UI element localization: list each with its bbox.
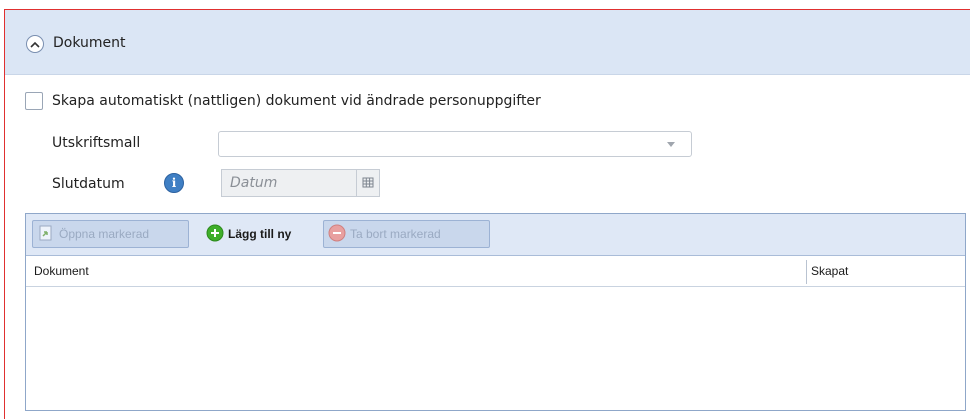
column-divider[interactable] bbox=[806, 260, 807, 284]
calendar-icon[interactable] bbox=[356, 169, 380, 197]
grid-header: Dokument Skapat bbox=[26, 256, 965, 287]
chevron-down-icon bbox=[667, 142, 675, 147]
end-date-label: Slutdatum bbox=[52, 176, 125, 192]
panel-title: Dokument bbox=[53, 35, 126, 51]
open-selected-button[interactable]: Öppna markerad bbox=[32, 220, 189, 248]
grid-body bbox=[26, 287, 965, 410]
add-new-button[interactable]: Lägg till ny bbox=[202, 220, 312, 248]
print-template-select[interactable] bbox=[218, 131, 692, 157]
open-selected-label: Öppna markerad bbox=[59, 227, 150, 241]
auto-document-checkbox[interactable] bbox=[25, 92, 43, 110]
info-icon[interactable]: i bbox=[164, 173, 184, 193]
chevron-up-icon[interactable] bbox=[26, 35, 44, 53]
add-new-label: Lägg till ny bbox=[228, 227, 292, 241]
open-document-icon bbox=[37, 224, 55, 245]
column-header-dokument[interactable]: Dokument bbox=[34, 256, 89, 286]
grid-toolbar: Öppna markerad Lägg till ny Ta bort mark… bbox=[26, 214, 965, 256]
remove-selected-button[interactable]: Ta bort markerad bbox=[323, 220, 490, 248]
remove-selected-label: Ta bort markerad bbox=[350, 227, 441, 241]
column-header-skapat[interactable]: Skapat bbox=[811, 256, 848, 286]
add-icon bbox=[206, 224, 224, 245]
document-grid: Öppna markerad Lägg till ny Ta bort mark… bbox=[25, 213, 966, 411]
end-date-input[interactable]: Datum bbox=[221, 169, 357, 197]
print-template-label: Utskriftsmall bbox=[52, 135, 141, 151]
panel-header[interactable]: Dokument bbox=[5, 10, 970, 75]
remove-icon bbox=[328, 224, 346, 245]
auto-document-label: Skapa automatiskt (nattligen) dokument v… bbox=[52, 93, 541, 109]
